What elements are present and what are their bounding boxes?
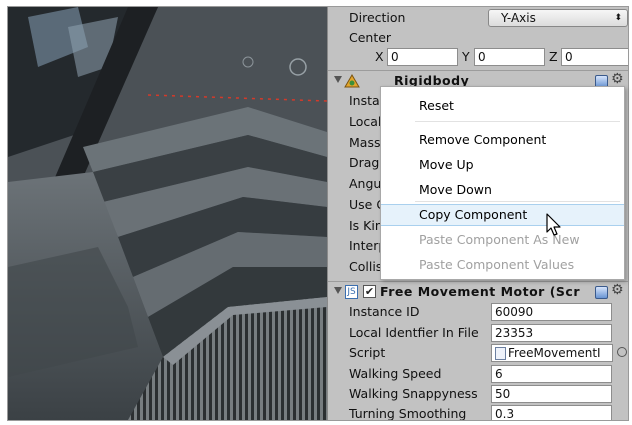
menu-separator	[415, 121, 620, 122]
center-x-label: X	[375, 49, 384, 64]
menu-item-paste-as-new[interactable]: Paste Component As New	[381, 229, 624, 251]
menu-item-copy-component[interactable]: Copy Component	[381, 204, 624, 226]
menu-item-move-down[interactable]: Move Down	[381, 179, 624, 201]
foldout-arrow-icon[interactable]	[334, 76, 342, 83]
script-file-icon: JS	[345, 285, 358, 299]
center-z-field[interactable]: 0	[561, 48, 628, 66]
menu-item-move-up[interactable]: Move Up	[381, 154, 624, 176]
center-label: Center	[349, 30, 392, 45]
walking-speed-row: Walking Speed 6	[328, 364, 628, 384]
walking-speed-field[interactable]: 6	[491, 365, 612, 383]
menu-item-label: Remove Component	[419, 132, 547, 147]
instance-id-field[interactable]: 60090	[491, 303, 612, 321]
foldout-arrow-icon[interactable]	[334, 287, 342, 294]
direction-dropdown[interactable]: Y-Axis ⬍	[488, 9, 628, 27]
direction-value: Y-Axis	[501, 11, 536, 25]
menu-separator	[415, 201, 620, 202]
walking-speed-label: Walking Speed	[349, 366, 442, 381]
menu-item-label: Copy Component	[419, 207, 528, 222]
direction-label: Direction	[349, 10, 406, 25]
local-id-label: Local Identfier In File	[349, 325, 479, 340]
help-book-icon[interactable]	[595, 286, 608, 299]
menu-item-reset[interactable]: Reset	[381, 95, 624, 117]
center-y-label: Y	[462, 49, 470, 64]
walking-snappyness-field[interactable]: 50	[491, 385, 612, 403]
instance-id-row: Instance ID 60090	[328, 302, 628, 322]
menu-item-paste-values[interactable]: Paste Component Values	[381, 254, 624, 276]
rigidbody-icon	[344, 74, 360, 88]
local-id-field[interactable]: 23353	[491, 324, 612, 342]
local-id-row: Local Identfier In File 23353	[328, 323, 628, 343]
menu-item-remove-component[interactable]: Remove Component	[381, 129, 624, 151]
mouse-cursor-icon	[546, 213, 561, 236]
turning-smoothing-row: Turning Smoothing 0.3	[328, 404, 628, 421]
component-context-menu: Reset Remove Component Move Up Move Down…	[380, 86, 625, 280]
turning-smoothing-field[interactable]: 0.3	[491, 405, 612, 420]
rigidbody-label: Mass	[349, 135, 381, 150]
script-row: Script FreeMovementI	[328, 343, 628, 363]
direction-row: Direction Y-Axis ⬍	[328, 8, 628, 28]
instance-id-label: Instance ID	[349, 304, 420, 319]
center-x-field[interactable]: 0	[387, 48, 458, 66]
menu-item-label: Reset	[419, 98, 454, 113]
gear-icon[interactable]: ⚙	[611, 71, 624, 87]
motor-title: Free Movement Motor (Scr	[380, 284, 580, 299]
walking-snappyness-row: Walking Snappyness 50	[328, 384, 628, 404]
object-picker-icon[interactable]	[617, 347, 627, 357]
rigidbody-label: Drag	[349, 155, 380, 170]
menu-item-label: Move Up	[419, 157, 474, 172]
script-asset-icon	[495, 347, 506, 360]
script-field[interactable]: FreeMovementI	[491, 344, 613, 362]
motor-header[interactable]: JS ✔ Free Movement Motor (Scr ⚙	[328, 281, 628, 302]
scene-view[interactable]	[8, 7, 327, 420]
rigidbody-label: Is Kin	[349, 218, 383, 233]
dropdown-arrows-icon: ⬍	[614, 13, 622, 23]
gear-icon[interactable]: ⚙	[611, 282, 624, 298]
center-xyz-row: X 0 Y 0 Z 0	[328, 47, 628, 67]
rigidbody-label: Collis	[349, 259, 383, 274]
rigidbody-label: Local	[349, 114, 382, 129]
script-value: FreeMovementI	[508, 346, 601, 360]
turning-smoothing-label: Turning Smoothing	[349, 406, 467, 421]
walking-snappyness-label: Walking Snappyness	[349, 386, 478, 401]
menu-item-label: Move Down	[419, 182, 492, 197]
script-label: Script	[349, 345, 386, 360]
center-row: Center	[328, 28, 628, 48]
center-y-field[interactable]: 0	[474, 48, 545, 66]
scene-render	[8, 7, 327, 420]
enabled-checkbox[interactable]: ✔	[363, 285, 376, 298]
menu-item-label: Paste Component Values	[419, 257, 575, 272]
center-z-label: Z	[549, 49, 558, 64]
